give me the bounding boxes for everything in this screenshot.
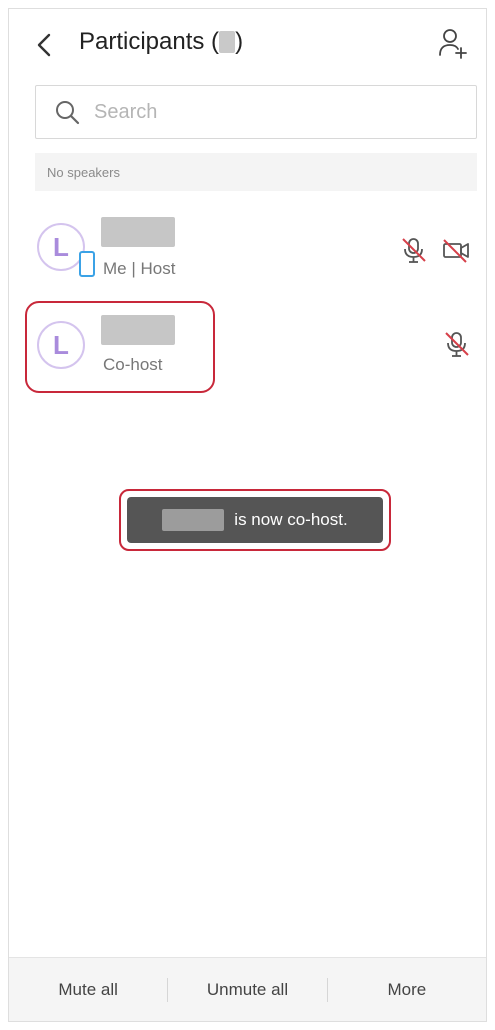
participants-screen: Participants ( ) No speakers L Me | Host: [8, 8, 487, 1022]
participant-row-host[interactable]: L Me | Host: [9, 205, 486, 295]
cohost-highlight-box: [25, 301, 215, 393]
participant-name-redacted: [101, 217, 175, 247]
cohost-toast: is now co-host.: [127, 497, 383, 543]
participant-count-redacted: [219, 31, 236, 53]
title-text: Participants (: [79, 28, 220, 55]
camera-off-icon[interactable]: [441, 235, 471, 265]
phone-icon: [79, 251, 95, 277]
mic-off-icon[interactable]: [399, 235, 429, 265]
toast-text: is now co-host.: [234, 510, 348, 529]
speakers-label: No speakers: [47, 164, 120, 180]
header: Participants ( ): [9, 9, 486, 81]
more-button[interactable]: More: [328, 980, 486, 1000]
add-participant-icon[interactable]: [438, 27, 468, 61]
mute-all-button[interactable]: Mute all: [9, 980, 167, 1000]
search-box[interactable]: [35, 85, 477, 139]
title-close: ): [235, 28, 244, 55]
unmute-all-button[interactable]: Unmute all: [168, 980, 326, 1000]
speakers-bar: No speakers: [35, 153, 477, 191]
toast-highlight-box: is now co-host.: [119, 489, 391, 551]
page-title: Participants ( ): [79, 28, 243, 56]
chevron-left-icon[interactable]: [31, 31, 57, 59]
search-icon: [56, 101, 80, 125]
toast-name-redacted: [162, 509, 225, 531]
participant-role: Me | Host: [103, 259, 176, 278]
mic-off-icon[interactable]: [442, 329, 472, 359]
search-input[interactable]: [92, 99, 436, 125]
avatar-letter: L: [53, 231, 69, 262]
bottom-action-bar: Mute all Unmute all More: [9, 957, 486, 1021]
avatar: L: [37, 223, 85, 271]
